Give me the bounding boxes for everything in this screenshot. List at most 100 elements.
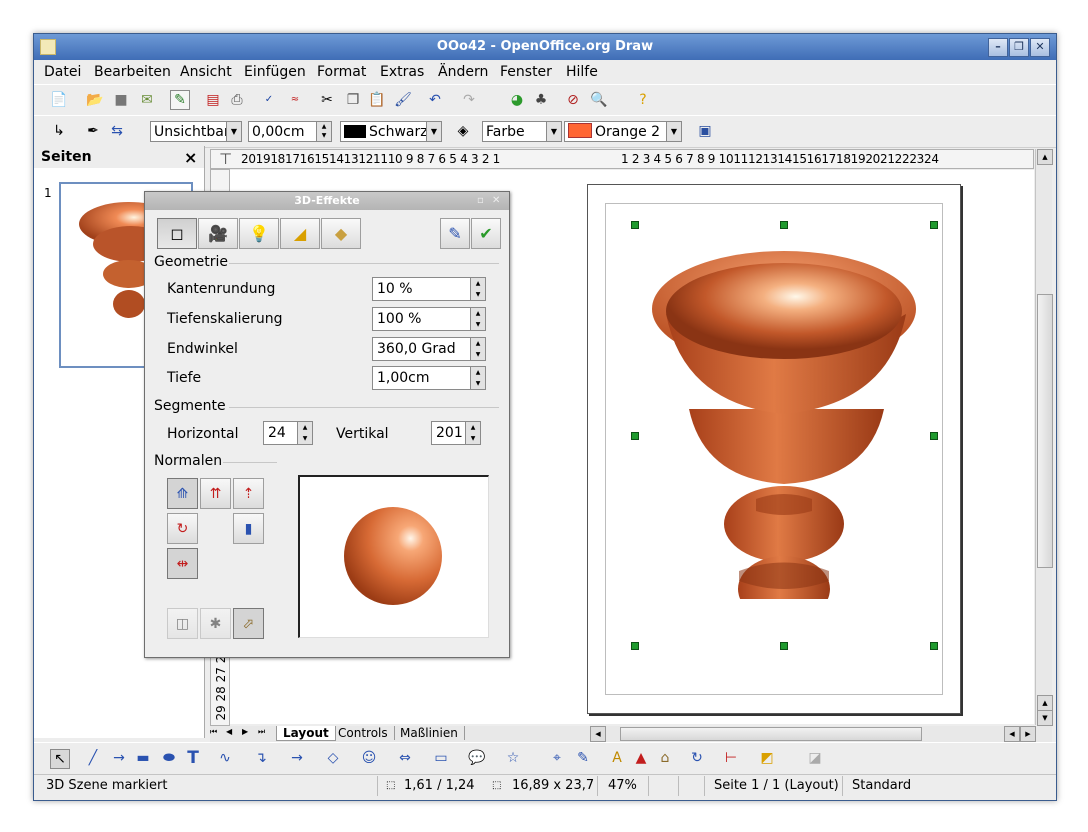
horizontal-ruler[interactable]: ⊤ 2019181716151413121110 9 8 7 6 5 4 3 2… [210,149,1034,169]
tab-masslinien[interactable]: Maßlinien [394,726,465,740]
object-properties-icon[interactable]: ↳ [50,122,68,140]
menu-hilfe[interactable]: Hilfe [566,64,598,80]
spin-buttons[interactable]: ▲ ▼ [470,338,485,360]
chevron-down-icon[interactable]: ▼ [546,122,561,141]
vertical-scrollbar[interactable]: ▲ ▲ ▼ [1035,149,1053,726]
spin-buttons[interactable]: ▲ ▼ [465,422,480,444]
connector-icon[interactable]: ↴ [252,749,270,767]
horizontal-scrollbar-thumb[interactable] [620,727,922,741]
flowchart-icon[interactable]: ▭ [432,749,450,767]
tab-controls[interactable]: Controls [332,726,395,740]
vertical-scrollbar-thumb[interactable] [1037,294,1053,568]
line-style-select[interactable]: Unsichtbar ▼ [150,121,242,142]
spin-buttons[interactable]: ▲ ▼ [470,308,485,330]
scroll-left-icon[interactable]: ◀ [1004,726,1020,742]
dialog-title-bar[interactable]: 3D-Effekte ▫ ✕ [145,192,509,210]
menu-bearbeiten[interactable]: Bearbeiten [94,64,171,80]
line-icon[interactable]: ✒ [84,122,102,140]
dialog-close-icon[interactable]: ✕ [492,192,500,210]
vertical-segments-field[interactable]: 201 ▲ ▼ [431,421,481,445]
pages-pane-close-button[interactable]: × [184,148,197,167]
end-angle-field[interactable]: 360,0 Grad ▲ ▼ [372,337,486,361]
tab-stop-icon[interactable]: ⊤ [219,150,232,168]
status-zoom[interactable]: 47% [608,774,637,798]
new-icon[interactable]: 📄 [50,91,68,109]
area-icon[interactable]: ◈ [454,122,472,140]
redo-icon[interactable]: ↷ [460,91,478,109]
scroll-up-icon[interactable]: ▲ [1037,695,1053,711]
3d-preview[interactable] [298,475,489,638]
curve-icon[interactable]: ∿ [216,749,234,767]
spherical-normals-button[interactable]: ⇡ [233,478,264,509]
selection-handle[interactable] [631,642,639,650]
zoom-icon[interactable]: 🔍 [590,91,608,109]
points-icon[interactable]: ⌖ [548,749,566,767]
from-file-icon[interactable]: ▲ [632,749,650,767]
shading-tab-button[interactable]: 🎥 [198,218,238,249]
invert-normals-button[interactable]: ↻ [167,513,198,544]
depth-field[interactable]: 1,00cm ▲ ▼ [372,366,486,390]
rounded-edges-field[interactable]: 10 % ▲ ▼ [372,277,486,301]
save-icon[interactable]: ■ [112,91,130,109]
double-sided-button[interactable]: ⇹ [167,548,198,579]
vase-3d-object[interactable] [644,219,924,599]
lines-arrows-icon[interactable]: → [288,749,306,767]
chevron-down-icon[interactable]: ▼ [426,122,441,141]
menu-extras[interactable]: Extras [380,64,424,80]
block-arrows-icon[interactable]: ⇔ [396,749,414,767]
selection-handle[interactable] [780,642,788,650]
scroll-up-icon[interactable]: ▲ [1037,149,1053,165]
line-width-field[interactable]: 0,00cm ▲ ▼ [248,121,332,142]
rectangle-icon[interactable]: ▬ [134,749,152,767]
perspective-button[interactable]: ⬀ [233,608,264,639]
callouts-icon[interactable]: 💬 [468,749,486,767]
menu-format[interactable]: Format [317,64,366,80]
arrow-line-icon[interactable]: → [110,749,128,767]
dialog-shade-icon[interactable]: ▫ [477,192,484,210]
copy-icon[interactable]: ❐ [344,91,362,109]
tab-layout[interactable]: Layout [276,726,336,741]
tab-nav-last-icon[interactable]: ⏭ [258,727,265,737]
tab-nav-next-icon[interactable]: ▶ [242,727,248,736]
email-icon[interactable]: ✉ [138,91,156,109]
geometry-tab-button[interactable]: ◻ [157,218,197,249]
scroll-right-icon[interactable]: ▶ [1020,726,1036,742]
tab-nav-prev-icon[interactable]: ◀ [226,727,232,736]
selection-handle[interactable] [930,221,938,229]
area-style-select[interactable]: Farbe ▼ [482,121,562,142]
horizontal-segments-field[interactable]: 24 ▲ ▼ [263,421,313,445]
line-color-select[interactable]: Schwarz ▼ [340,121,442,142]
update-button[interactable]: ✎ [440,218,470,249]
chevron-down-icon[interactable]: ▼ [226,122,241,141]
title-bar[interactable]: OOo42 - OpenOffice.org Draw – ❐ ✕ [34,34,1056,60]
spin-buttons[interactable]: ▲ ▼ [297,422,312,444]
tab-nav-first-icon[interactable]: ⏮ [210,727,217,737]
spin-buttons[interactable]: ▲ ▼ [470,278,485,300]
symbol-shapes-icon[interactable]: ☺ [360,749,378,767]
menu-datei[interactable]: Datei [44,64,81,80]
close-window-button[interactable]: ✕ [1030,38,1050,57]
spin-buttons[interactable]: ▲ ▼ [470,367,485,389]
autospellcheck-icon[interactable]: ≈ [286,91,304,109]
gallery-icon[interactable]: ⌂ [656,749,674,767]
cut-icon[interactable]: ✂ [318,91,336,109]
format-paintbrush-icon[interactable]: 🖌 [394,91,412,109]
export-pdf-icon[interactable]: ▤ [204,91,222,109]
open-icon[interactable]: 📂 [86,91,104,109]
material-tab-button[interactable]: ◆ [321,218,361,249]
shadow-icon[interactable]: ▣ [696,122,714,140]
spellcheck-icon[interactable]: ✓ [260,91,278,109]
select-icon[interactable]: ↖ [50,749,70,769]
selection-handle[interactable] [631,432,639,440]
chevron-down-icon[interactable]: ▼ [666,122,681,141]
rotate-icon[interactable]: ↻ [688,749,706,767]
maximize-button[interactable]: ❐ [1009,38,1029,57]
selection-handle[interactable] [930,432,938,440]
object-specific-normals-button[interactable]: ⟰ [167,478,198,509]
selection-handle[interactable] [930,642,938,650]
minimize-button[interactable]: – [988,38,1008,57]
extrusion-icon[interactable]: ◪ [806,749,824,767]
textures-tab-button[interactable]: ◢ [280,218,320,249]
print-icon[interactable]: ⎙ [228,91,246,109]
spin-buttons[interactable]: ▲ ▼ [316,122,331,141]
